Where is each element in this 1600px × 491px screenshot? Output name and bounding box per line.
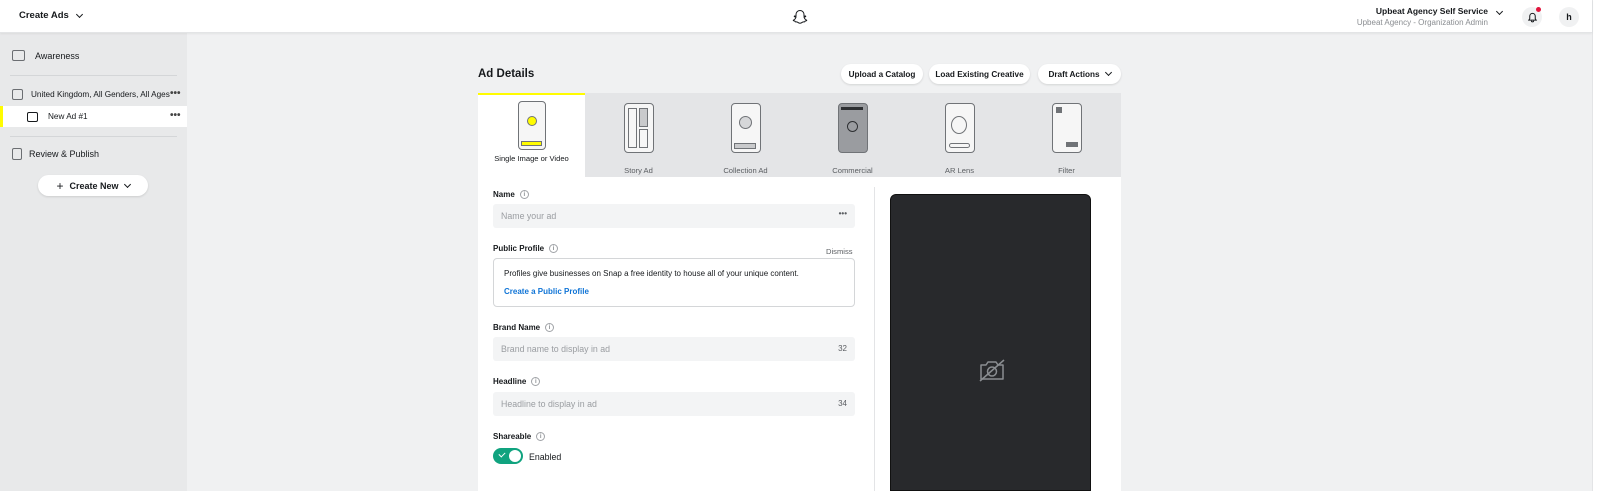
ad-type-ar-lens[interactable]: AR Lens [906, 93, 1013, 177]
clipboard-icon [12, 148, 22, 160]
sidebar-item-adset[interactable]: United Kingdom, All Genders, All Ages [0, 89, 187, 100]
info-icon[interactable]: i [549, 244, 559, 253]
divider [10, 75, 177, 76]
grid-icon [12, 89, 23, 100]
sidebar-item-label: Awareness [35, 50, 80, 61]
ar-lens-phone-icon [944, 103, 975, 153]
folder-icon [12, 50, 25, 61]
org-role: Upbeat Agency - Organization Admin [1356, 18, 1488, 27]
single-image-phone-icon [517, 101, 546, 150]
commercial-phone-icon [837, 103, 868, 153]
divider [10, 136, 177, 137]
shareable-label: Shareable i [493, 432, 546, 441]
plus-icon: + [56, 178, 64, 193]
public-profile-label: Public Profile i [493, 244, 559, 253]
sidebar-item-label: Review & Publish [29, 149, 100, 159]
check-icon [498, 450, 506, 458]
bell-icon [1527, 12, 1537, 22]
more-options-icon[interactable]: ••• [170, 88, 181, 99]
ad-type-label: Collection Ad [723, 166, 768, 175]
field-label: Brand Name [493, 323, 541, 332]
ad-type-label: Commercial [832, 166, 873, 175]
draft-actions-button[interactable]: Draft Actions [1038, 64, 1121, 84]
placeholder: Headline to display in ad [501, 399, 597, 409]
ad-type-selector: Single Image or Video Story Ad Collectio… [478, 93, 1121, 177]
field-label: Name [493, 190, 515, 199]
sidebar-item-review-publish[interactable]: Review & Publish [0, 148, 187, 160]
organization-switcher[interactable]: Upbeat Agency Self Service Upbeat Agency… [1357, 6, 1488, 28]
ad-type-collection-ad[interactable]: Collection Ad [692, 93, 799, 177]
ad-type-label: Story Ad [624, 166, 653, 175]
brand-name-input[interactable]: Brand name to display in ad 32 [493, 337, 855, 361]
name-label: Name i [493, 190, 529, 199]
ad-media-icon [27, 111, 38, 122]
ad-type-filter[interactable]: Filter [1013, 93, 1120, 177]
shareable-toggle[interactable] [493, 448, 523, 464]
top-bar: Create Ads Upbeat Agency Self Service Up… [0, 0, 1592, 33]
org-name: Upbeat Agency Self Service [1375, 6, 1488, 16]
avatar[interactable]: h [1559, 7, 1579, 27]
ad-type-label: Single Image or Video [494, 154, 569, 163]
chevron-down-icon [1104, 68, 1112, 77]
collection-ad-phone-icon [730, 103, 761, 153]
sidebar-item-new-ad[interactable]: New Ad #1 ••• [0, 106, 187, 127]
public-profile-box: Profiles give businesses on Snap a free … [493, 258, 855, 307]
notification-badge [1536, 7, 1541, 12]
character-count: 32 [838, 344, 847, 353]
page-scrollbar[interactable] [1592, 0, 1600, 491]
sidebar: Awareness United Kingdom, All Genders, A… [0, 33, 187, 491]
ad-details-panel: Name i Name your ad ••• Public Profile i… [478, 177, 1121, 491]
placeholder: Name your ad [501, 211, 557, 221]
ad-type-label: AR Lens [944, 166, 975, 175]
sidebar-item-awareness[interactable]: Awareness [0, 50, 187, 61]
ad-type-commercial[interactable]: Commercial [799, 93, 906, 177]
chevron-down-icon [123, 180, 131, 188]
no-media-camera-icon [979, 359, 1005, 382]
ad-type-label: Filter [1058, 166, 1075, 175]
headline-input[interactable]: Headline to display in ad 34 [493, 392, 855, 416]
character-count: 34 [838, 399, 847, 408]
shareable-state: Enabled [529, 452, 562, 462]
create-ads-menu[interactable]: Create Ads [19, 10, 83, 21]
ad-name-input[interactable]: Name your ad ••• [493, 204, 855, 228]
public-profile-description: Profiles give businesses on Snap a free … [504, 269, 799, 278]
sidebar-item-label: New Ad #1 [48, 112, 88, 121]
placeholder: Brand name to display in ad [501, 344, 611, 354]
more-options-icon[interactable]: ••• [170, 110, 181, 121]
more-options-icon[interactable]: ••• [839, 209, 847, 218]
ad-type-single-image-video[interactable]: Single Image or Video [478, 93, 585, 177]
field-label: Headline [493, 377, 527, 386]
notifications-button[interactable] [1522, 7, 1542, 27]
chevron-down-icon[interactable] [1495, 7, 1504, 16]
create-new-button[interactable]: + Create New [38, 175, 148, 196]
snapchat-ghost-icon[interactable] [792, 9, 808, 25]
filter-phone-icon [1051, 103, 1082, 153]
info-icon[interactable]: i [545, 323, 555, 332]
upload-catalog-button[interactable]: Upload a Catalog [841, 64, 923, 84]
info-icon[interactable]: i [531, 377, 541, 386]
field-label: Shareable [493, 432, 532, 441]
ad-type-story-ad[interactable]: Story Ad [585, 93, 692, 177]
info-icon[interactable]: i [519, 190, 529, 199]
field-label: Public Profile [493, 244, 545, 253]
page-title: Ad Details [478, 68, 535, 80]
load-existing-creative-button[interactable]: Load Existing Creative [929, 64, 1030, 84]
sidebar-item-label: United Kingdom, All Genders, All Ages [31, 90, 170, 99]
create-new-label: Create New [69, 180, 119, 191]
brand-name-label: Brand Name i [493, 323, 555, 332]
app-title: Create Ads [19, 10, 69, 21]
headline-label: Headline i [493, 377, 541, 386]
toggle-knob [509, 450, 521, 462]
dismiss-link[interactable]: Dismiss [826, 247, 853, 256]
story-ad-phone-icon [623, 103, 654, 153]
chevron-down-icon [75, 10, 83, 18]
ad-preview [890, 194, 1091, 491]
divider [874, 187, 875, 491]
draft-actions-label: Draft Actions [1048, 69, 1100, 79]
create-public-profile-link[interactable]: Create a Public Profile [504, 287, 589, 296]
info-icon[interactable]: i [536, 432, 546, 441]
selected-indicator [0, 106, 3, 127]
